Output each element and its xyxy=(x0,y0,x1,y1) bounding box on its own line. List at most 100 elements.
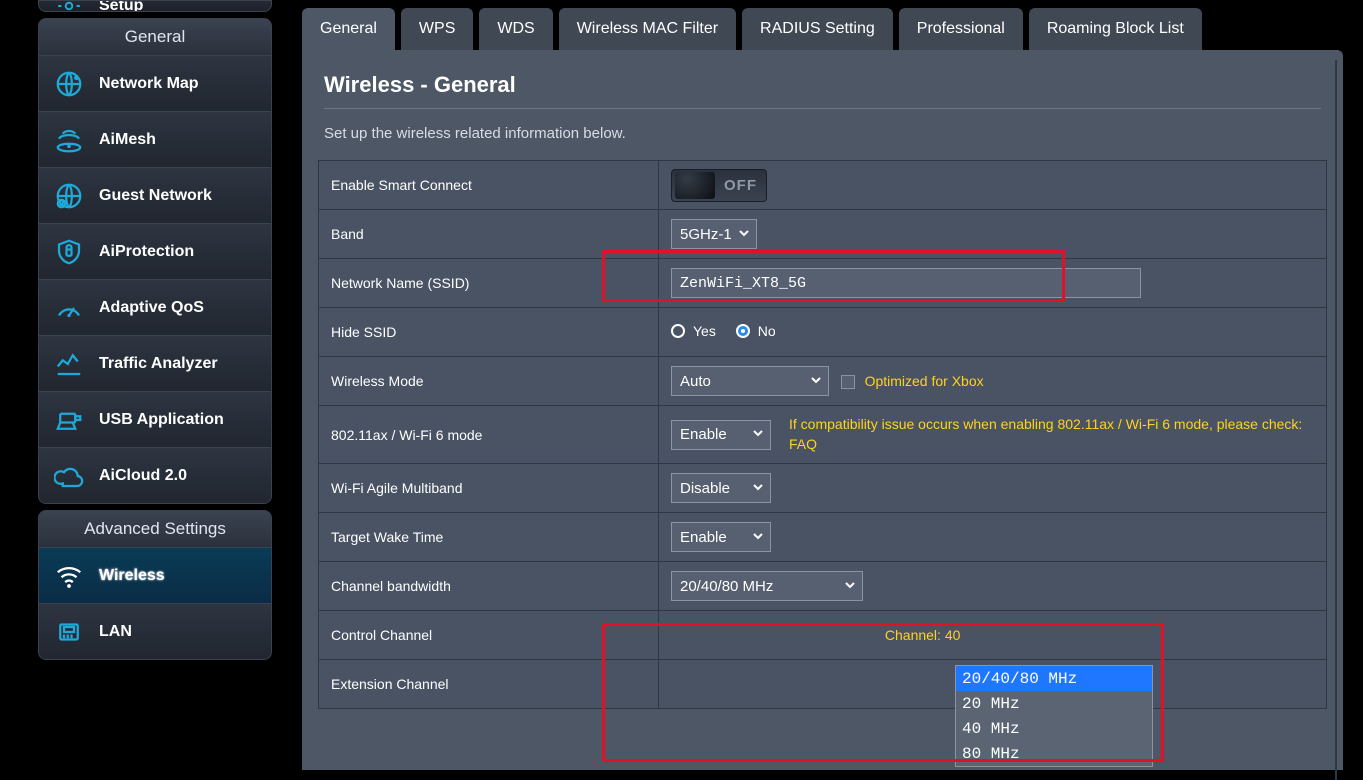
label-wireless-mode: Wireless Mode xyxy=(319,357,659,406)
input-ssid[interactable] xyxy=(671,268,1141,298)
row-smart-connect: Enable Smart Connect OFF xyxy=(319,161,1327,210)
row-extension-channel: Extension Channel xyxy=(319,660,1327,709)
label-twt: Target Wake Time xyxy=(319,513,659,562)
gear-icon xyxy=(53,0,85,12)
settings-panel: Wireless - General Set up the wireless r… xyxy=(302,50,1343,770)
radio-label-yes: Yes xyxy=(693,323,716,339)
tab-roaming-block[interactable]: Roaming Block List xyxy=(1029,8,1202,50)
sidebar-item-aiprotection[interactable]: AiProtection xyxy=(39,223,271,279)
sidebar-item-traffic-analyzer[interactable]: Traffic Analyzer xyxy=(39,335,271,391)
sidebar-item-label: Network Map xyxy=(99,75,199,93)
tab-mac-filter[interactable]: Wireless MAC Filter xyxy=(559,8,736,50)
toggle-state: OFF xyxy=(715,177,766,194)
bandwidth-option-0[interactable]: 20/40/80 MHz xyxy=(956,666,1152,691)
bandwidth-option-3[interactable]: 80 MHz xyxy=(956,741,1152,766)
sidebar-item-label: Setup xyxy=(99,0,143,12)
tabs: General WPS WDS Wireless MAC Filter RADI… xyxy=(302,0,1343,50)
toggle-knob xyxy=(675,172,715,199)
radio-hide-ssid-no[interactable] xyxy=(736,324,750,338)
sidebar-item-label: AiProtection xyxy=(99,243,194,261)
select-value: 20/40/80 MHz xyxy=(680,578,773,595)
panel-right-border xyxy=(1335,60,1337,780)
label-control-channel: Control Channel xyxy=(319,611,659,660)
sidebar-item-label: Guest Network xyxy=(99,187,212,205)
tab-wps[interactable]: WPS xyxy=(401,8,473,50)
guest-network-icon xyxy=(53,180,85,212)
shield-icon xyxy=(53,236,85,268)
sidebar-item-setup-clipped[interactable]: Setup xyxy=(38,0,272,12)
sidebar-general-panel: General Network Map AiMesh Guest Network… xyxy=(38,18,272,504)
wireless-icon xyxy=(53,560,85,592)
sidebar-item-label: Traffic Analyzer xyxy=(99,355,218,373)
sidebar-item-aicloud[interactable]: AiCloud 2.0 xyxy=(39,447,271,503)
main-content: General WPS WDS Wireless MAC Filter RADI… xyxy=(282,0,1363,780)
usb-icon xyxy=(53,404,85,436)
sidebar-item-label: USB Application xyxy=(99,411,224,429)
tab-professional[interactable]: Professional xyxy=(899,8,1023,50)
traffic-analyzer-icon xyxy=(53,348,85,380)
row-bandwidth: Channel bandwidth 20/40/80 MHz xyxy=(319,562,1327,611)
row-twt: Target Wake Time Enable xyxy=(319,513,1327,562)
sidebar-panel-title-advanced: Advanced Settings xyxy=(39,511,271,547)
checkbox-xbox[interactable] xyxy=(841,375,855,389)
row-agile: Wi-Fi Agile Multiband Disable xyxy=(319,464,1327,513)
aimesh-icon xyxy=(53,124,85,156)
select-twt[interactable]: Enable xyxy=(671,522,771,552)
helper-text: Set up the wireless related information … xyxy=(302,109,1343,160)
settings-table: Enable Smart Connect OFF Band 5GHz-1 xyxy=(318,160,1327,709)
chevron-down-icon xyxy=(810,373,822,390)
label-agile: Wi-Fi Agile Multiband xyxy=(319,464,659,513)
chevron-down-icon xyxy=(752,480,764,497)
page-title: Wireless - General xyxy=(302,72,1343,108)
select-value: Enable xyxy=(680,426,727,443)
radio-label-no: No xyxy=(758,323,776,339)
sidebar-item-network-map[interactable]: Network Map xyxy=(39,55,271,111)
row-ssid: Network Name (SSID) xyxy=(319,259,1327,308)
toggle-smart-connect[interactable]: OFF xyxy=(671,169,767,202)
bandwidth-option-1[interactable]: 20 MHz xyxy=(956,691,1152,716)
label-smart-connect: Enable Smart Connect xyxy=(319,161,659,210)
sidebar-item-aimesh[interactable]: AiMesh xyxy=(39,111,271,167)
sidebar-item-wireless[interactable]: Wireless xyxy=(39,547,271,603)
row-control-channel: Control Channel Channel: 40 xyxy=(319,611,1327,660)
sidebar-item-label: AiCloud 2.0 xyxy=(99,467,187,485)
tab-wds[interactable]: WDS xyxy=(479,8,552,50)
bandwidth-dropdown: 20/40/80 MHz 20 MHz 40 MHz 80 MHz xyxy=(955,665,1153,767)
sidebar-item-label: Wireless xyxy=(99,567,165,585)
label-hide-ssid: Hide SSID xyxy=(319,308,659,357)
select-agile[interactable]: Disable xyxy=(671,473,771,503)
select-wifi6[interactable]: Enable xyxy=(671,420,771,450)
row-band: Band 5GHz-1 xyxy=(319,210,1327,259)
tab-radius[interactable]: RADIUS Setting xyxy=(742,8,893,50)
link-faq[interactable]: FAQ xyxy=(789,436,817,452)
sidebar-item-adaptive-qos[interactable]: Adaptive QoS xyxy=(39,279,271,335)
row-wireless-mode: Wireless Mode Auto Optimized for Xbox xyxy=(319,357,1327,406)
label-xbox: Optimized for Xbox xyxy=(865,373,984,389)
row-hide-ssid: Hide SSID Yes No xyxy=(319,308,1327,357)
label-extension-channel: Extension Channel xyxy=(319,660,659,709)
sidebar-item-label: AiMesh xyxy=(99,131,156,149)
lan-icon xyxy=(53,616,85,648)
row-wifi6: 802.11ax / Wi-Fi 6 mode Enable If compat… xyxy=(319,406,1327,464)
wifi6-note: If compatibility issue occurs when enabl… xyxy=(789,415,1309,454)
sidebar-item-lan[interactable]: LAN xyxy=(39,603,271,659)
cloud-icon xyxy=(53,460,85,492)
sidebar-item-usb-application[interactable]: USB Application xyxy=(39,391,271,447)
select-band[interactable]: 5GHz-1 xyxy=(671,219,757,249)
bandwidth-option-2[interactable]: 40 MHz xyxy=(956,716,1152,741)
select-value: Enable xyxy=(680,529,727,546)
sidebar-item-guest-network[interactable]: Guest Network xyxy=(39,167,271,223)
radio-hide-ssid-yes[interactable] xyxy=(671,324,685,338)
control-channel-note: Channel: 40 xyxy=(885,627,961,643)
label-ssid: Network Name (SSID) xyxy=(319,259,659,308)
sidebar-item-label: Adaptive QoS xyxy=(99,299,204,317)
select-wireless-mode[interactable]: Auto xyxy=(671,366,829,396)
chevron-down-icon xyxy=(738,226,750,243)
label-wifi6: 802.11ax / Wi-Fi 6 mode xyxy=(319,406,659,464)
tab-general[interactable]: General xyxy=(302,8,395,50)
select-bandwidth[interactable]: 20/40/80 MHz xyxy=(671,571,863,601)
label-band: Band xyxy=(319,210,659,259)
select-value: Auto xyxy=(680,373,711,390)
label-bandwidth: Channel bandwidth xyxy=(319,562,659,611)
chevron-down-icon xyxy=(752,426,764,443)
